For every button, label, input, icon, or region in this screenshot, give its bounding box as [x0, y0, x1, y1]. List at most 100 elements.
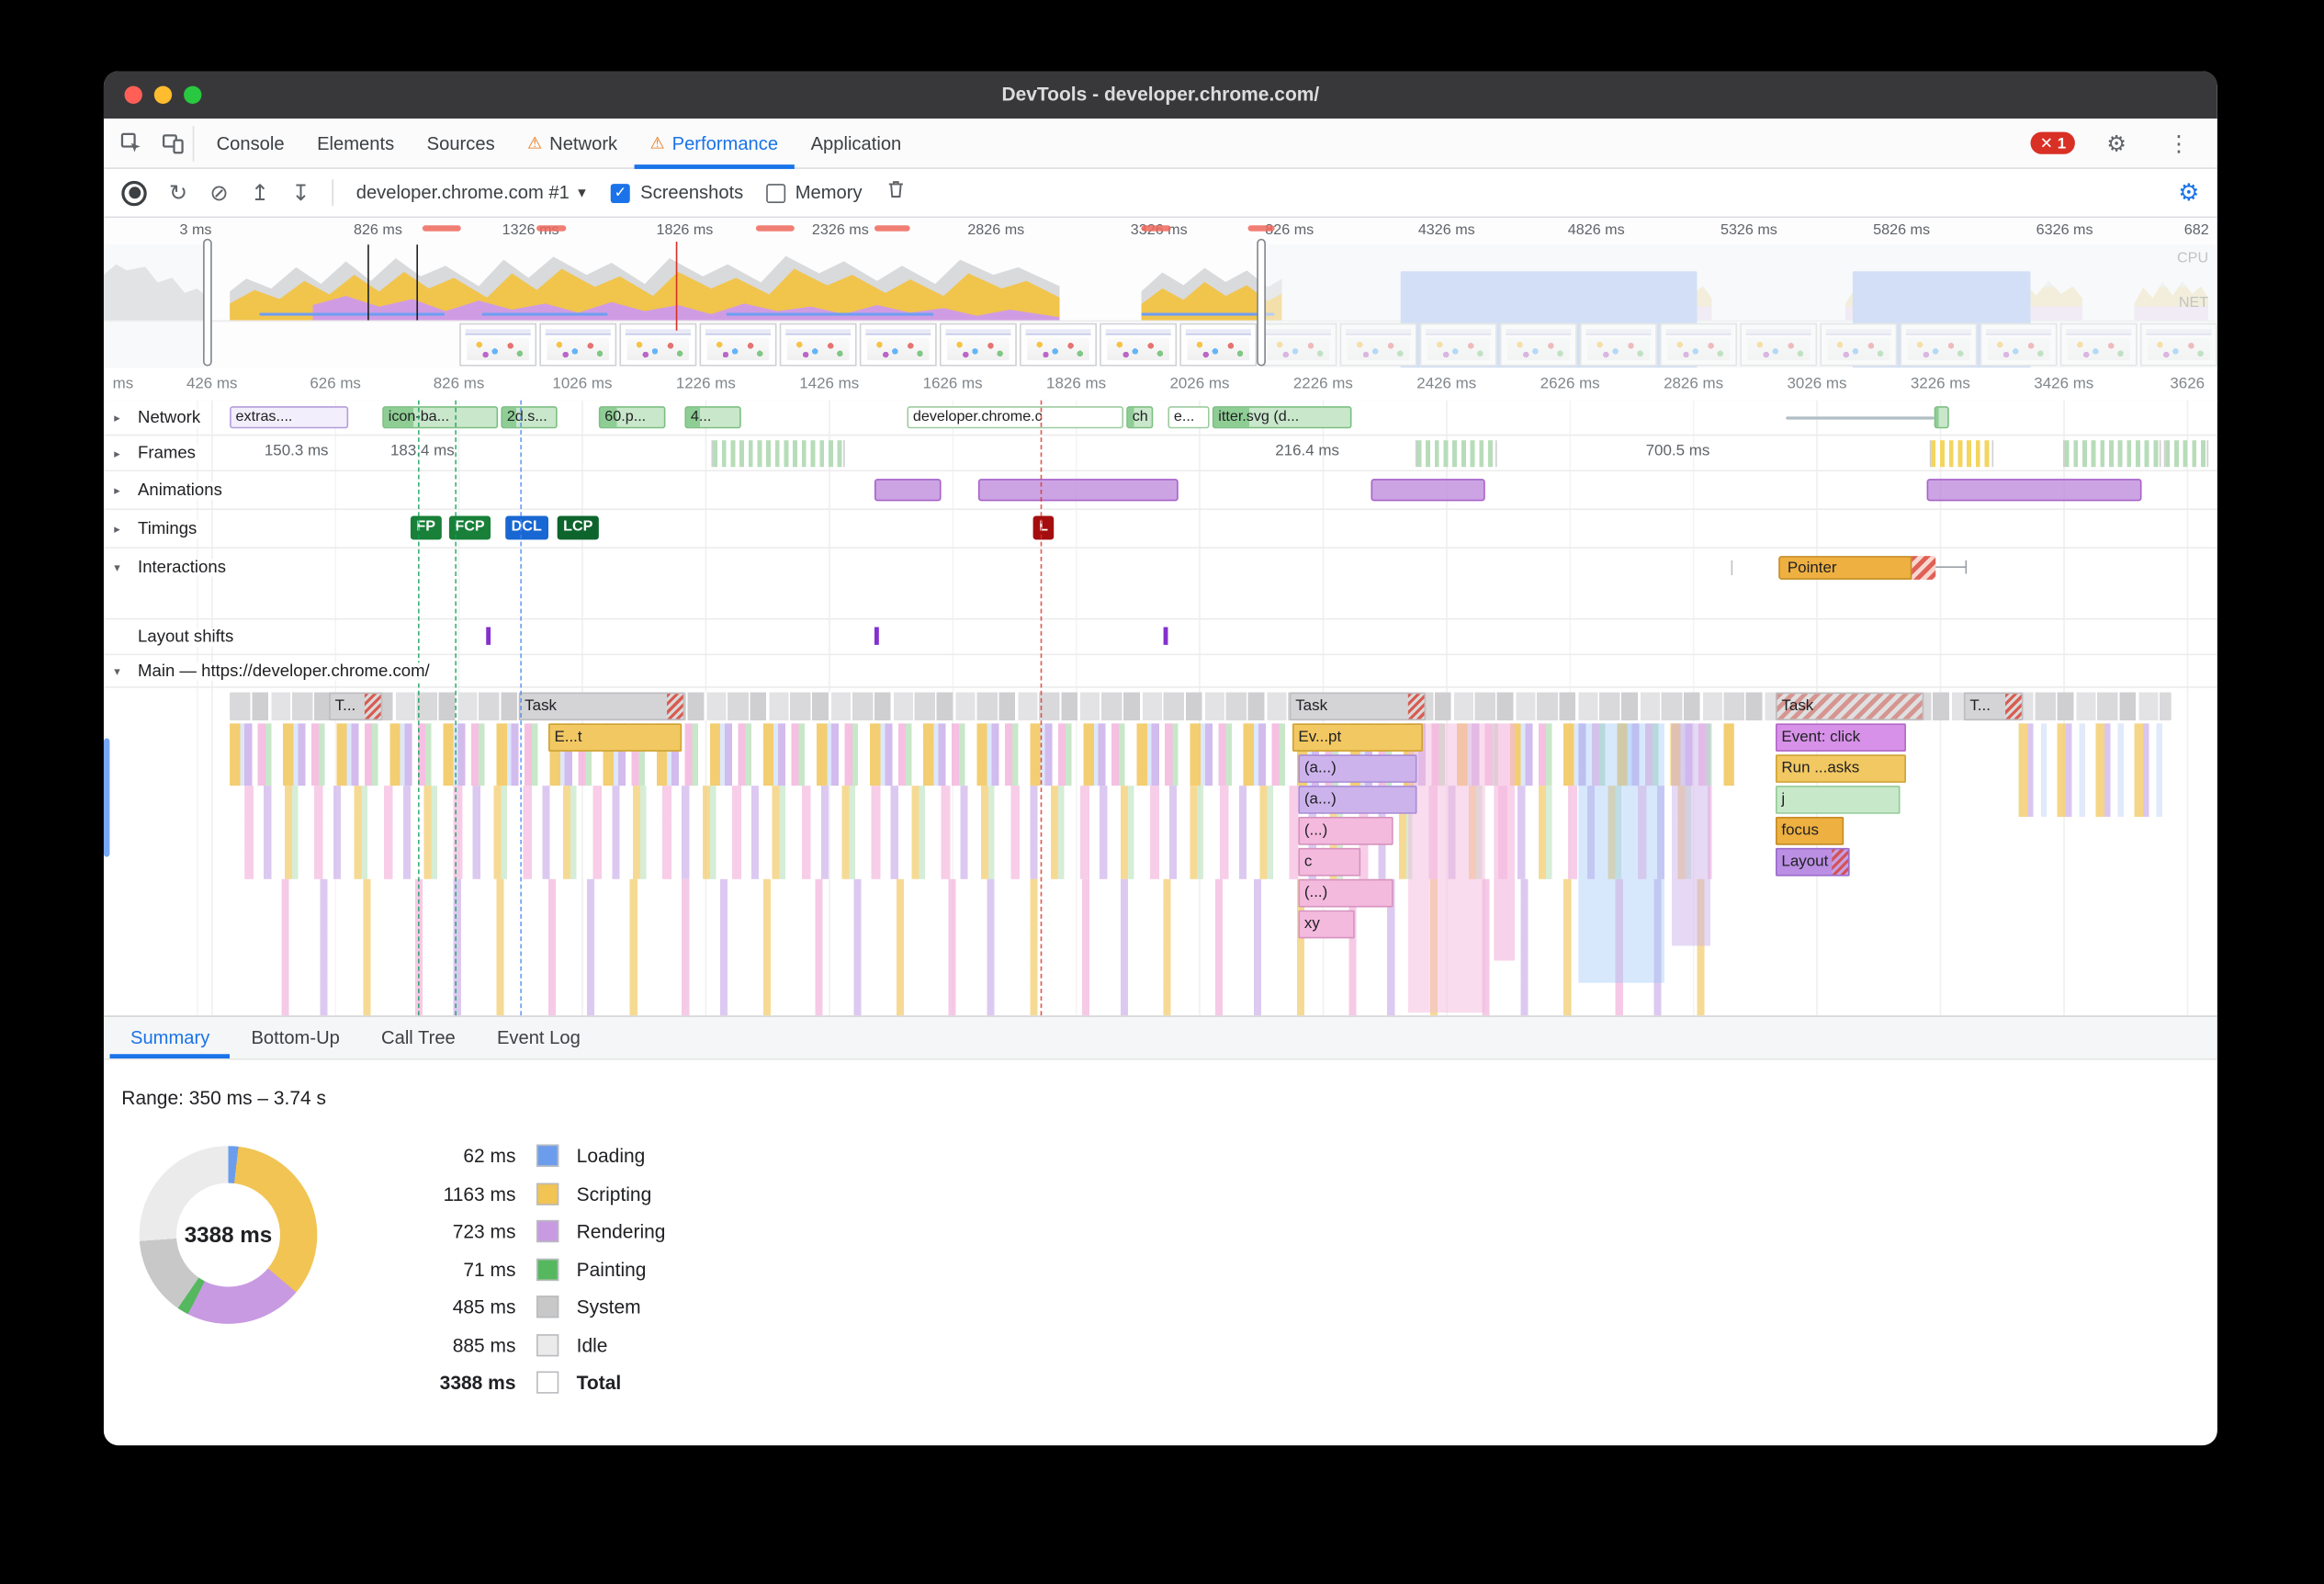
track-label-main[interactable]: Main — https://developer.chrome.com/ [133, 662, 434, 680]
network-request-bar[interactable]: 2d.s... [501, 406, 558, 429]
animation-bar[interactable] [977, 479, 1179, 502]
filmstrip-screenshot[interactable] [459, 322, 537, 367]
flame-bar[interactable]: focus [1775, 817, 1845, 845]
flame-bar[interactable]: (a...) [1298, 786, 1417, 814]
flame-bar[interactable]: (...) [1298, 878, 1393, 908]
profile-select[interactable]: developer.chrome.com #1 ▼ [356, 182, 589, 203]
collapse-arrow-icon[interactable]: ▾ [114, 561, 119, 575]
network-request-bar[interactable] [1934, 406, 1949, 429]
inspect-element-icon[interactable] [109, 118, 151, 168]
collapse-arrow-icon[interactable]: ▾ [114, 664, 119, 678]
flame-bar[interactable]: (...) [1298, 817, 1393, 845]
flame-bar[interactable]: c [1298, 847, 1361, 877]
memory-checkbox-wrap[interactable]: Memory [765, 182, 863, 203]
filmstrip-screenshot[interactable] [1100, 322, 1178, 367]
flame-bar[interactable]: T... [1963, 692, 2024, 721]
filmstrip-screenshot[interactable] [619, 322, 697, 367]
frame-segment[interactable] [2062, 440, 2161, 468]
save-profile-icon[interactable]: ↧ [291, 182, 310, 204]
flame-bar[interactable]: xy [1298, 910, 1355, 939]
network-request-bar[interactable] [1786, 416, 1935, 420]
clear-recording-icon[interactable]: ⊘ [209, 182, 228, 204]
record-button[interactable] [121, 180, 147, 206]
capture-settings-gear-icon[interactable]: ⚙ [2178, 178, 2199, 208]
track-label-animations[interactable]: Animations [133, 481, 227, 499]
filmstrip-screenshot[interactable] [1179, 322, 1258, 367]
timing-badge-lcp[interactable]: LCP [557, 515, 599, 540]
frame-segment[interactable] [2163, 440, 2209, 468]
bottom-tab-event-log[interactable]: Event Log [476, 1017, 601, 1058]
animation-bar[interactable] [1926, 479, 2142, 502]
flame-bar[interactable]: E...t [547, 723, 683, 752]
filmstrip-screenshot[interactable] [539, 322, 617, 367]
flame-bar[interactable]: j [1775, 786, 1901, 814]
timing-badge-dcl[interactable]: DCL [505, 515, 548, 540]
timeline-overview[interactable]: 3 ms826 ms1326 ms1826 ms2326 ms2826 ms33… [103, 218, 2217, 369]
filmstrip-screenshot[interactable] [699, 322, 777, 367]
overview-right-handle[interactable] [1257, 238, 1266, 367]
bottom-tab-summary[interactable]: Summary [109, 1017, 230, 1058]
track-label-frames[interactable]: Frames [133, 444, 200, 462]
frame-segment[interactable] [1415, 440, 1497, 468]
memory-checkbox[interactable] [765, 183, 785, 203]
layout-shift-marker[interactable] [486, 627, 491, 645]
expand-arrow-icon[interactable]: ▸ [114, 447, 119, 460]
vertical-scrollbar[interactable] [103, 738, 110, 857]
network-request-bar[interactable]: developer.chrome.c [907, 406, 1124, 429]
interaction-bar[interactable]: Pointer [1778, 556, 1912, 580]
flame-bar[interactable]: (a...) [1298, 754, 1417, 783]
track-label-layout-shifts[interactable]: Layout shifts [133, 628, 239, 646]
timing-badge-l[interactable]: L [1032, 515, 1055, 540]
screenshots-checkbox[interactable]: ✓ [610, 183, 630, 203]
reload-and-record-icon[interactable]: ↻ [169, 182, 187, 204]
expand-arrow-icon[interactable]: ▸ [114, 483, 119, 497]
summary-donut-chart[interactable]: 3388 ms [139, 1146, 318, 1324]
network-request-bar[interactable]: 60.p... [598, 406, 666, 429]
filmstrip-screenshot[interactable] [859, 322, 937, 367]
flame-bar[interactable]: Task [1775, 692, 1924, 721]
timeline-tracks[interactable]: ▸ Network ▸ Frames ▸ Animations ▸ Timing… [103, 400, 2217, 1016]
overview-left-handle[interactable] [203, 238, 212, 367]
tab-elements[interactable]: Elements [300, 118, 411, 168]
network-request-bar[interactable]: ch [1126, 406, 1154, 429]
tab-network[interactable]: ⚠ Network [511, 118, 633, 168]
flame-bar[interactable]: Event: click [1775, 723, 1906, 752]
screenshots-checkbox-wrap[interactable]: ✓ Screenshots [610, 182, 743, 203]
flame-bar[interactable]: T... [329, 692, 383, 721]
error-count-badge[interactable]: ✕ 1 [2031, 131, 2075, 154]
device-toolbar-icon[interactable] [152, 118, 193, 168]
bottom-tab-call-tree[interactable]: Call Tree [360, 1017, 476, 1058]
collect-garbage-icon[interactable] [885, 178, 907, 208]
filmstrip-screenshot[interactable] [939, 322, 1017, 367]
network-request-bar[interactable]: e... [1168, 406, 1210, 429]
layout-shift-marker[interactable] [1163, 627, 1168, 645]
bottom-tab-bottom-up[interactable]: Bottom-Up [231, 1017, 361, 1058]
layout-shift-marker[interactable] [874, 627, 879, 645]
flame-bar[interactable]: Task [1289, 692, 1427, 721]
frame-segment[interactable] [711, 440, 845, 468]
network-request-bar[interactable]: icon-ba... [382, 406, 499, 429]
track-label-network[interactable]: Network [133, 408, 205, 426]
load-profile-icon[interactable]: ↥ [251, 182, 269, 204]
track-row-layout-shifts[interactable]: Layout shifts [103, 619, 2217, 656]
tab-performance[interactable]: ⚠ Performance [634, 118, 795, 168]
expand-arrow-icon[interactable]: ▸ [114, 522, 119, 536]
frame-segment[interactable] [1929, 440, 1994, 468]
tab-application[interactable]: Application [795, 118, 918, 168]
filmstrip-screenshot[interactable] [1020, 322, 1097, 367]
flame-bar[interactable]: Run ...asks [1775, 754, 1906, 783]
network-request-bar[interactable]: extras.... [230, 406, 349, 429]
settings-gear-icon[interactable]: ⚙ [2095, 118, 2137, 168]
network-request-bar[interactable]: itter.svg (d... [1212, 406, 1352, 429]
window-titlebar[interactable]: DevTools - developer.chrome.com/ [103, 71, 2217, 119]
more-options-icon[interactable]: ⋮ [2158, 118, 2199, 168]
network-request-bar[interactable]: 4... [684, 406, 741, 429]
animation-bar[interactable] [1371, 479, 1485, 502]
flame-bar[interactable]: Task [518, 692, 685, 721]
flame-bar[interactable]: Layout [1775, 847, 1850, 877]
timing-badge-fp[interactable]: FP [410, 515, 442, 540]
animation-bar[interactable] [874, 479, 942, 502]
tab-sources[interactable]: Sources [411, 118, 511, 168]
expand-arrow-icon[interactable]: ▸ [114, 411, 119, 424]
filmstrip-screenshot[interactable] [779, 322, 857, 367]
